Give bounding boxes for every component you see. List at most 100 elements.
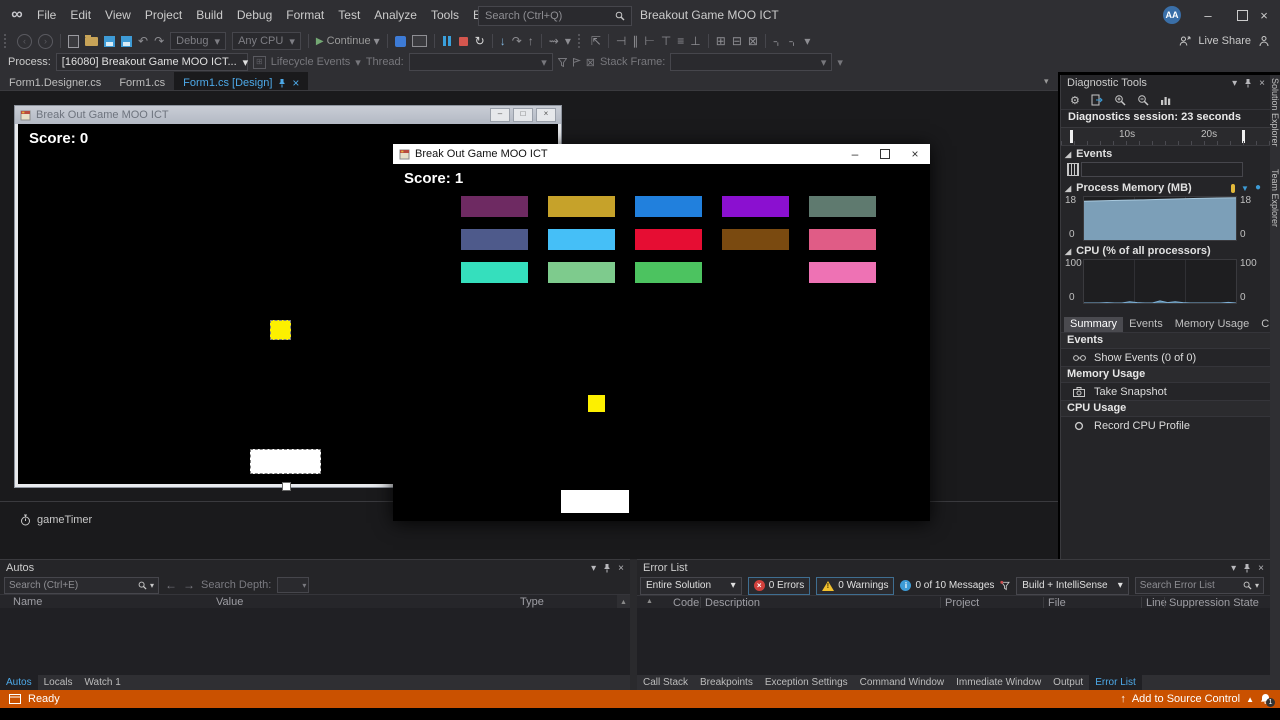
settings-gear-icon[interactable]: ⚙ — [1070, 94, 1080, 107]
align-bottoms-icon[interactable]: ⊥ — [690, 34, 700, 48]
diagnostics-tab-memory-usage[interactable]: Memory Usage — [1169, 317, 1256, 332]
designer-ball[interactable] — [270, 320, 291, 340]
errors-filter-button[interactable]: × 0 Errors — [748, 577, 811, 595]
window-position-icon[interactable]: ▾ — [1232, 78, 1237, 89]
screenshot-icon[interactable] — [412, 35, 427, 47]
make-same-width-icon[interactable]: ⊞ — [716, 34, 726, 48]
solution-configuration-dropdown[interactable]: Debug▾ — [170, 32, 226, 50]
summary-action-take-snapshot[interactable]: Take Snapshot — [1061, 383, 1271, 400]
search-depth-dropdown[interactable]: ▾ — [277, 577, 309, 593]
chevron-down-icon[interactable]: ▾ — [150, 581, 154, 590]
game-window-titlebar[interactable]: Break Out Game MOO ICT – × — [393, 144, 930, 164]
multi-filter-icon[interactable] — [1000, 580, 1010, 591]
chevron-down-icon[interactable]: ▾ — [374, 34, 380, 48]
continue-play-icon[interactable]: ▶ — [316, 36, 324, 47]
redo-icon[interactable]: ↷ — [154, 34, 164, 48]
minimize-icon[interactable]: – — [840, 144, 870, 164]
column-name[interactable]: Name — [13, 596, 42, 608]
error-list-header[interactable]: Error List ▾ × — [637, 560, 1270, 576]
column-value[interactable]: Value — [216, 596, 243, 608]
bottom-tab-locals[interactable]: Locals — [38, 675, 79, 691]
zoom-out-icon[interactable] — [1137, 94, 1149, 106]
designer-paddle[interactable] — [250, 449, 321, 474]
make-same-height-icon[interactable]: ⊟ — [732, 34, 742, 48]
quick-search-input[interactable]: Search (Ctrl+Q) — [478, 6, 632, 26]
summary-action-show-events-0-of-0[interactable]: Show Events (0 of 0) — [1061, 349, 1271, 366]
close-tab-icon[interactable]: × — [292, 78, 299, 88]
build-intellisense-dropdown[interactable]: Build + IntelliSense▾ — [1016, 577, 1128, 595]
chevron-down-icon[interactable]: ▾ — [1255, 581, 1259, 590]
search-prev-icon[interactable]: ← — [165, 578, 177, 592]
close-icon[interactable]: × — [1258, 563, 1264, 574]
team-explorer-vertical-tab[interactable]: Team Explorer — [1270, 169, 1280, 227]
make-same-size-icon[interactable]: ⊠ — [748, 34, 758, 48]
maximize-icon[interactable]: □ — [513, 108, 533, 122]
bottom-tab-watch-1[interactable]: Watch 1 — [78, 675, 126, 691]
menu-build[interactable]: Build — [189, 8, 230, 22]
diagnostics-lightning-icon[interactable]: ⇝ — [549, 34, 559, 48]
reset-view-chart-icon[interactable] — [1160, 95, 1172, 106]
filter-threads-icon[interactable] — [558, 58, 567, 67]
bottom-tab-exception-settings[interactable]: Exception Settings — [759, 675, 854, 691]
memory-chart-plot[interactable] — [1083, 196, 1237, 241]
step-over-icon[interactable]: ↷ — [512, 34, 522, 48]
bottom-tab-call-stack[interactable]: Call Stack — [637, 675, 694, 691]
continue-button[interactable]: Continue — [327, 35, 371, 47]
open-folder-icon[interactable] — [85, 37, 98, 46]
autos-body[interactable] — [0, 608, 630, 675]
events-section-header[interactable]: ◢ Events — [1061, 146, 1271, 161]
menu-debug[interactable]: Debug — [230, 8, 279, 22]
process-dropdown[interactable]: [16080] Breakout Game MOO ICT...▾ — [56, 53, 248, 71]
diagnostics-timeline-ruler[interactable]: 10s 20s — [1061, 127, 1271, 146]
caret-up-icon[interactable]: ▲ — [1246, 695, 1254, 704]
add-to-source-control-button[interactable]: Add to Source Control — [1132, 693, 1240, 705]
messages-filter-button[interactable]: i 0 of 10 Messages — [900, 580, 994, 591]
zoom-in-icon[interactable] — [1114, 94, 1126, 106]
autos-search-input[interactable]: Search (Ctrl+E) ▾ — [4, 577, 159, 594]
pause-debug-icon[interactable] — [443, 36, 451, 46]
suspend-icon[interactable]: ⊠ — [586, 56, 595, 69]
collapse-triangle-icon[interactable]: ◢ — [1065, 247, 1071, 256]
close-icon[interactable]: × — [900, 144, 930, 164]
bottom-tab-breakpoints[interactable]: Breakpoints — [694, 675, 759, 691]
sort-icon[interactable]: ▲ — [646, 598, 653, 605]
bottom-tab-autos[interactable]: Autos — [0, 675, 38, 691]
menu-view[interactable]: View — [98, 8, 138, 22]
menu-test[interactable]: Test — [331, 8, 367, 22]
document-tab-form1-cs-design[interactable]: Form1.cs [Design]× — [174, 72, 308, 92]
solution-platform-dropdown[interactable]: Any CPU▾ — [232, 32, 301, 50]
live-share-icon[interactable] — [1179, 35, 1191, 47]
new-file-icon[interactable] — [68, 35, 79, 48]
events-track[interactable] — [1081, 162, 1243, 177]
error-list-search-input[interactable]: Search Error List ▾ — [1135, 577, 1264, 594]
align-centers-icon[interactable]: ∥ — [632, 34, 638, 48]
pin-icon[interactable] — [1243, 563, 1251, 573]
cpu-section-header[interactable]: ◢ CPU (% of all processors) — [1061, 243, 1271, 258]
align-middles-icon[interactable]: ≡ — [677, 34, 684, 48]
close-icon[interactable]: × — [536, 108, 556, 122]
toolbar-grip[interactable] — [578, 34, 583, 48]
vertical-spacing-icon[interactable]: ⌍ — [789, 34, 799, 48]
horizontal-spacing-icon[interactable]: ⌍ — [773, 34, 783, 48]
session-start-marker[interactable] — [1070, 130, 1073, 143]
scrollbar-up-icon[interactable]: ▲ — [617, 595, 630, 609]
align-tops-icon[interactable]: ⊤ — [661, 34, 671, 48]
bottom-tab-output[interactable]: Output — [1047, 675, 1089, 691]
restart-debug-icon[interactable]: ↻ — [475, 34, 485, 48]
autos-header[interactable]: Autos ▾ × — [0, 560, 630, 576]
game-window[interactable]: Break Out Game MOO ICT – × Score: 1 — [393, 144, 930, 521]
designer-form-titlebar[interactable]: Break Out Game MOO ICT – □ × — [15, 106, 561, 124]
component-tray-gametimer[interactable]: gameTimer — [20, 514, 92, 526]
export-report-icon[interactable] — [1091, 94, 1103, 106]
navigate-back-icon[interactable]: ‹ — [17, 34, 32, 49]
menu-tools[interactable]: Tools — [424, 8, 466, 22]
menu-format[interactable]: Format — [279, 8, 331, 22]
undo-icon[interactable]: ↶ — [138, 34, 148, 48]
live-share-button[interactable]: Live Share — [1198, 35, 1251, 47]
pin-icon[interactable] — [603, 563, 611, 573]
scope-dropdown[interactable]: Entire Solution▾ — [640, 577, 742, 595]
close-icon[interactable]: × — [618, 563, 624, 574]
solution-explorer-vertical-tab[interactable]: Solution Explorer — [1270, 78, 1280, 147]
feedback-icon[interactable] — [1258, 35, 1270, 47]
diagnostics-tab-events[interactable]: Events — [1123, 317, 1169, 332]
